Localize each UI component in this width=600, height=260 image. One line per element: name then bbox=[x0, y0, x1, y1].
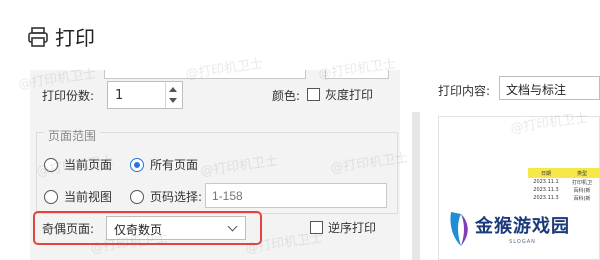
chevron-up-icon[interactable] bbox=[169, 87, 177, 92]
radio-label: 页码选择: bbox=[150, 190, 203, 204]
logo-slogan: SLOGAN bbox=[509, 238, 536, 245]
preview-table-header: 日期 类型 bbox=[528, 168, 600, 178]
print-content-select[interactable]: 文档与标注 bbox=[499, 76, 600, 100]
grayscale-checkbox[interactable]: 灰度打印 bbox=[307, 86, 373, 103]
print-content-label: 打印内容: bbox=[438, 84, 491, 98]
page-range-title: 页面范围 bbox=[44, 127, 101, 144]
odd-even-label: 奇偶页面: bbox=[42, 222, 95, 236]
preview-table: 日期 类型 2023.11.1 打印机卫 2023.11.3 百科(新 2023… bbox=[528, 168, 600, 202]
radio-icon[interactable] bbox=[44, 189, 58, 204]
preview-cell: 打印机卫 bbox=[571, 179, 592, 186]
radio-page-selection[interactable]: 页码选择: bbox=[130, 188, 202, 205]
table-row: 2023.11.1 打印机卫 bbox=[528, 178, 600, 186]
dialog-title: 打印 bbox=[27, 22, 95, 51]
preview-cell: 百科(新 bbox=[573, 187, 591, 194]
radio-selected-icon[interactable] bbox=[130, 157, 144, 172]
printer-icon bbox=[28, 26, 48, 47]
logo-text-group: 金猴游戏园 SLOGAN bbox=[475, 212, 570, 245]
chevron-down-icon bbox=[227, 221, 238, 232]
radio-label: 当前视图 bbox=[64, 190, 113, 204]
settings-scrollbar[interactable] bbox=[412, 112, 420, 260]
preview-cell: 2023.11.3 bbox=[533, 187, 559, 193]
dialog-title-text: 打印 bbox=[55, 26, 95, 50]
preview-header-cell: 日期 bbox=[540, 170, 551, 177]
preview-cell: 2023.11.3 bbox=[533, 195, 559, 201]
site-logo: 金猴游戏园 SLOGAN bbox=[447, 208, 570, 248]
checkbox-icon[interactable] bbox=[307, 88, 320, 101]
color-label: 颜色: bbox=[272, 89, 301, 103]
copies-value: 1 bbox=[115, 88, 124, 103]
preview-cell: 百科(新 bbox=[573, 195, 591, 202]
page-range-input[interactable] bbox=[205, 183, 387, 208]
grayscale-label: 灰度打印 bbox=[325, 88, 374, 102]
print-content-value: 文档与标注 bbox=[506, 83, 567, 97]
radio-all-pages[interactable]: 所有页面 bbox=[130, 156, 198, 173]
radio-current-view[interactable]: 当前视图 bbox=[44, 188, 112, 205]
preview-cell: 2023.11.1 bbox=[533, 179, 559, 185]
preview-header-cell: 类型 bbox=[576, 170, 587, 177]
copies-stepper[interactable]: 1 bbox=[107, 81, 183, 109]
radio-icon[interactable] bbox=[130, 189, 144, 204]
radio-label: 所有页面 bbox=[150, 158, 199, 172]
logo-text: 金猴游戏园 bbox=[475, 215, 570, 237]
copies-stepper-arrows bbox=[165, 82, 182, 108]
logo-mark-icon bbox=[450, 212, 468, 246]
table-row: 2023.11.3 百科(新 bbox=[528, 186, 600, 194]
chevron-down-icon[interactable] bbox=[169, 98, 177, 103]
table-row: 2023.11.3 百科(新 bbox=[528, 194, 600, 202]
reverse-print-label: 逆序打印 bbox=[328, 221, 377, 235]
copies-label: 打印份数: bbox=[42, 89, 95, 103]
